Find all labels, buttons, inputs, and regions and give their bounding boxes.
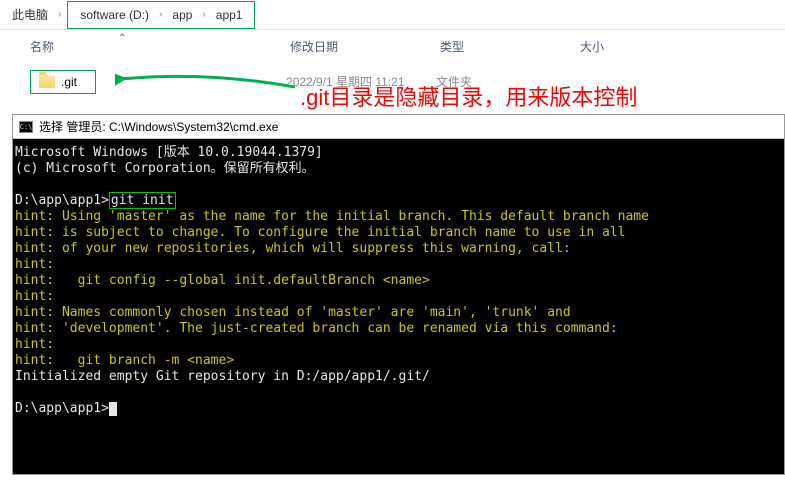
term-line: Microsoft Windows [版本 10.0.19044.1379] <box>15 145 323 160</box>
term-line: (c) Microsoft Corporation。保留所有权利。 <box>15 161 315 176</box>
col-date-label[interactable]: 修改日期 <box>290 38 440 55</box>
col-name-label[interactable]: 名称 <box>30 38 54 55</box>
breadcrumb[interactable]: 此电脑 › software (D:) › app › app1 <box>0 0 785 30</box>
col-size-label[interactable]: 大小 <box>580 38 680 55</box>
crumb-app[interactable]: app <box>168 6 196 24</box>
folder-icon <box>39 75 55 88</box>
terminal-title-text: 选择 管理员: C:\Windows\System32\cmd.exe <box>39 118 278 135</box>
annotation-text: .git目录是隐藏目录，用来版本控制 <box>300 80 637 112</box>
column-headers: 名称 ⌃ 修改日期 类型 大小 <box>0 30 785 59</box>
terminal-window: C:\ 选择 管理员: C:\Windows\System32\cmd.exe … <box>12 114 785 475</box>
term-hint: hint: <box>15 337 54 352</box>
term-hint: hint: <box>15 257 54 272</box>
crumb-root[interactable]: 此电脑 <box>8 4 52 25</box>
term-hint: hint: Names commonly chosen instead of '… <box>15 305 571 320</box>
term-command: git init <box>109 192 176 209</box>
terminal-titlebar[interactable]: C:\ 选择 管理员: C:\Windows\System32\cmd.exe <box>13 115 784 139</box>
term-hint: hint: <box>15 289 54 304</box>
term-hint: hint: git branch -m <name> <box>15 353 234 368</box>
col-type-label[interactable]: 类型 <box>440 38 580 55</box>
term-hint: hint: git config --global init.defaultBr… <box>15 273 430 288</box>
file-name: .git <box>61 75 77 89</box>
sort-indicator-icon: ⌃ <box>118 33 126 44</box>
term-prompt: D:\app\app1> <box>15 401 109 416</box>
chevron-right-icon: › <box>157 9 164 20</box>
term-hint: hint: Using 'master' as the name for the… <box>15 209 649 224</box>
term-hint: hint: is subject to change. To configure… <box>15 225 625 240</box>
chevron-right-icon: › <box>56 9 63 20</box>
file-item-git[interactable]: .git <box>30 70 96 94</box>
cmd-icon: C:\ <box>19 121 33 133</box>
terminal-body[interactable]: Microsoft Windows [版本 10.0.19044.1379] (… <box>13 139 784 474</box>
term-prompt: D:\app\app1> <box>15 193 109 208</box>
crumb-drive[interactable]: software (D:) <box>76 6 153 24</box>
term-hint: hint: 'development'. The just-created br… <box>15 321 618 336</box>
term-output: Initialized empty Git repository in D:/a… <box>15 369 430 384</box>
chevron-right-icon: › <box>200 9 207 20</box>
crumb-path-highlight: software (D:) › app › app1 <box>67 1 255 29</box>
term-hint: hint: of your new repositories, which wi… <box>15 241 571 256</box>
crumb-app1[interactable]: app1 <box>212 6 247 24</box>
annotation-arrow-icon <box>115 71 295 91</box>
cursor-icon <box>109 402 117 416</box>
